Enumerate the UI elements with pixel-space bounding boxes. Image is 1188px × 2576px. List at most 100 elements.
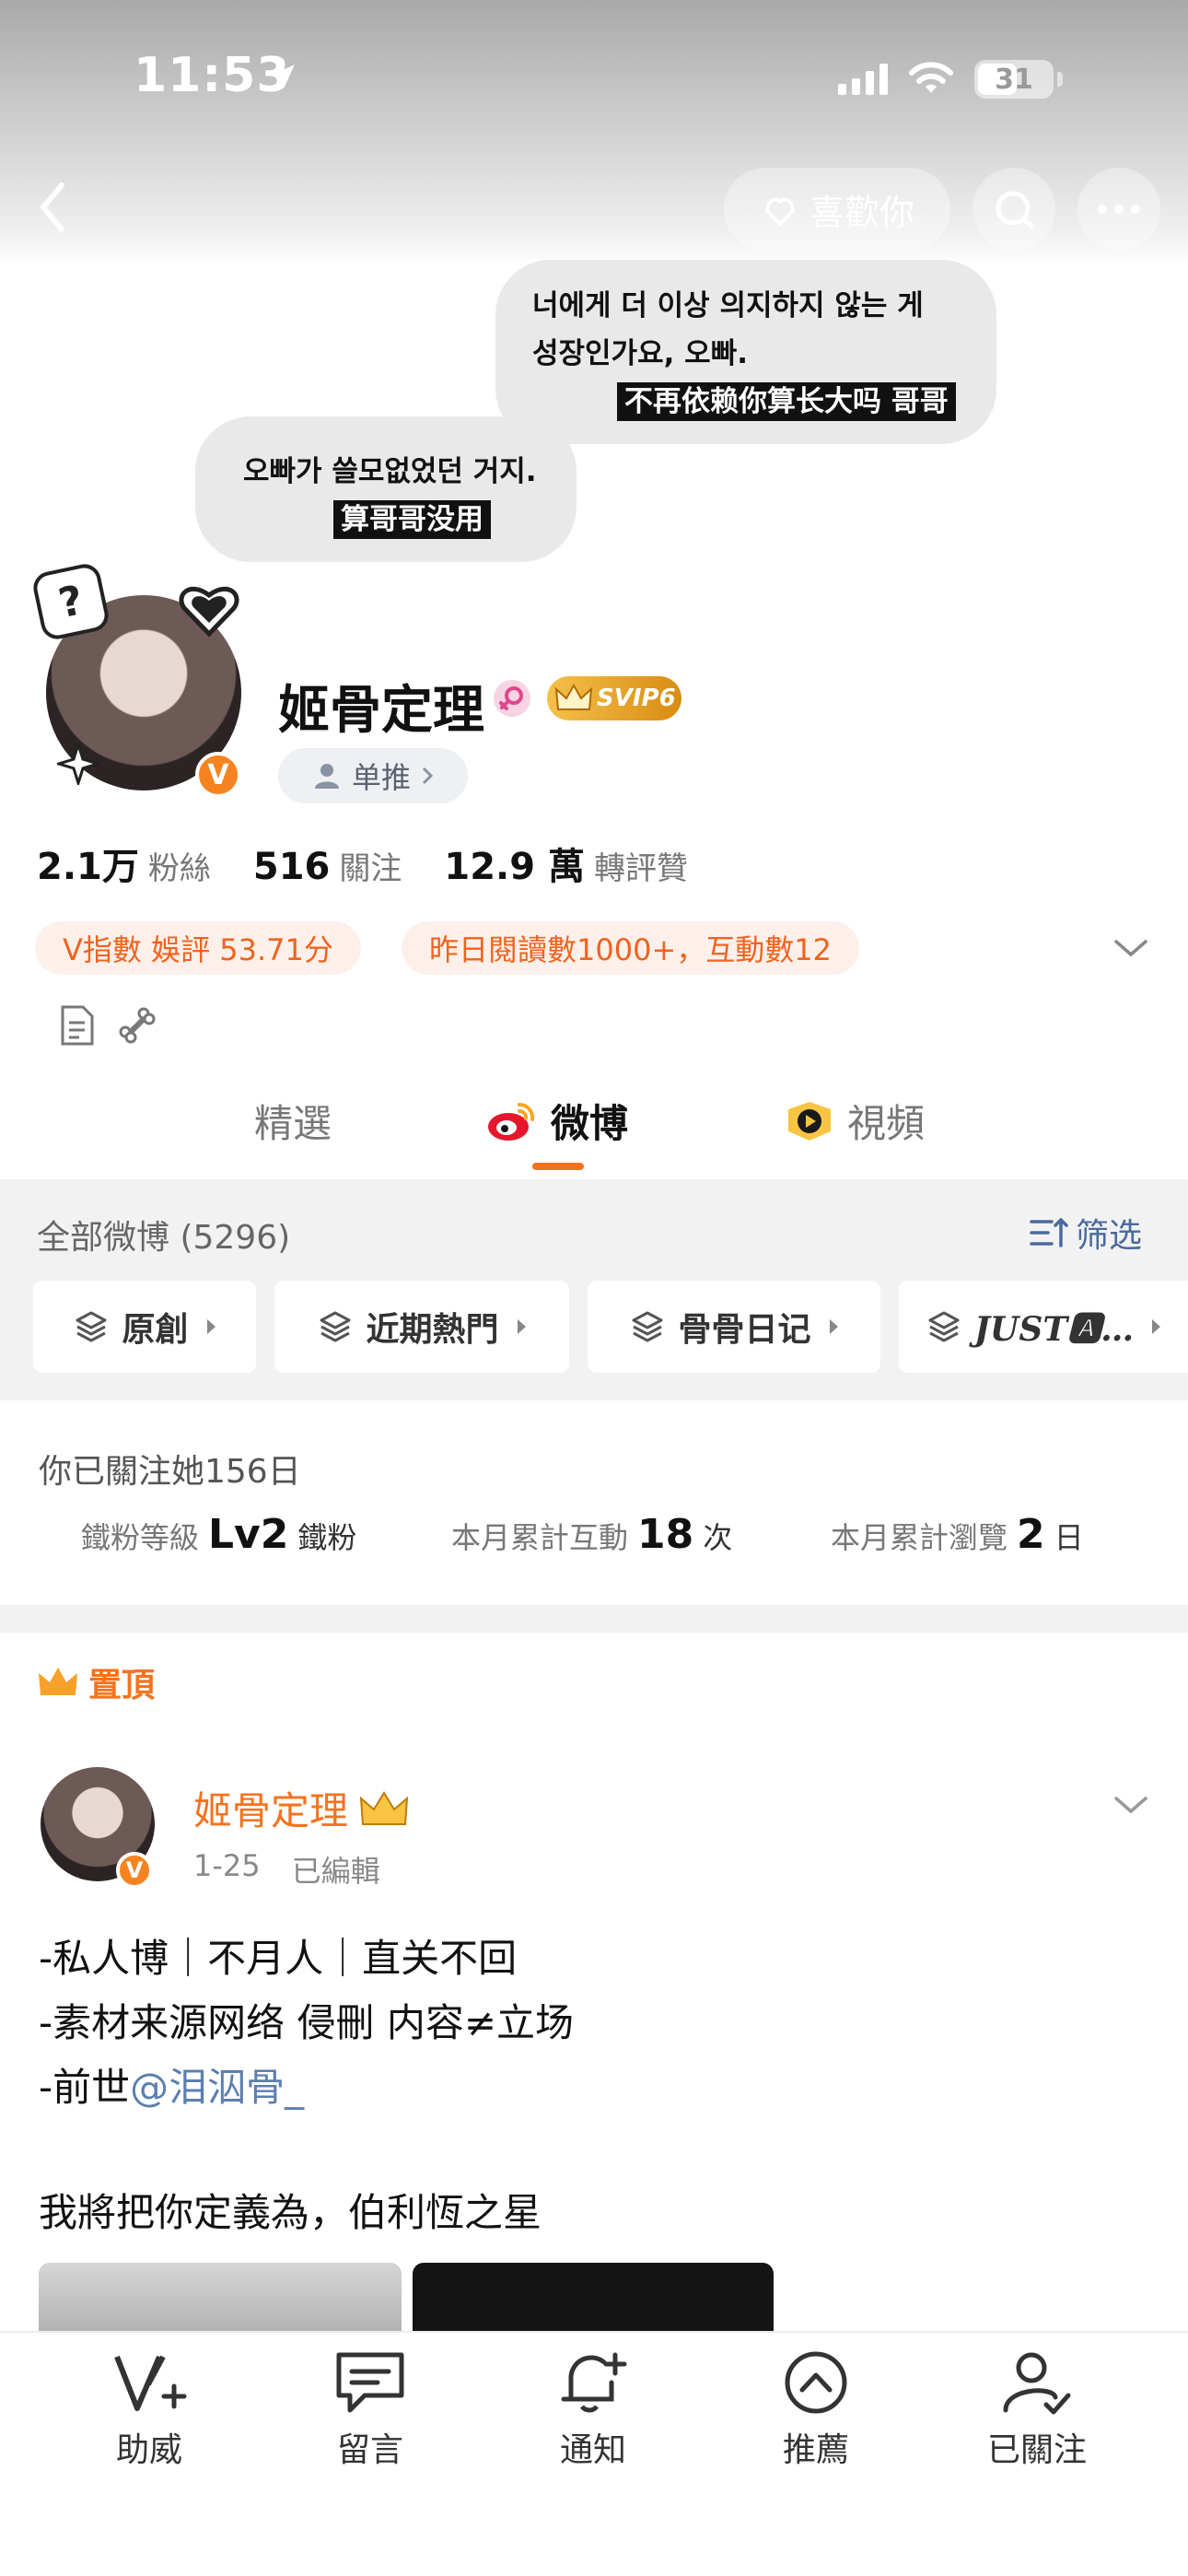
post-author-name[interactable]: 姬骨定理 <box>193 1780 348 1836</box>
bubble-top-line1: 너에게 더 이상 의지하지 않는 게 <box>532 289 924 322</box>
post-line-3-prefix: -前世 <box>39 2065 131 2110</box>
more-dots-icon <box>1098 205 1140 214</box>
vip-crown-icon <box>359 1790 409 1825</box>
cellular-signal-icon <box>838 64 888 95</box>
v-index-badge[interactable]: V指數 娛評 53.71分 <box>35 921 361 975</box>
reposts-stat[interactable]: 12.9 萬轉評贊 <box>444 837 688 890</box>
chip-arrow-icon <box>829 1319 838 1334</box>
follow-days: 你已關注她156日 <box>39 1453 301 1491</box>
post-date: 1-25 <box>193 1848 261 1883</box>
nav-recommend-label: 推薦 <box>782 2431 849 2469</box>
interactions-label: 本月累計互動 <box>451 1520 629 1555</box>
nav-following[interactable]: 已關注 <box>945 2349 1129 2478</box>
bell-plus-icon <box>561 2352 627 2413</box>
reposts-label: 轉評贊 <box>593 850 688 887</box>
tab-featured[interactable]: 精選 <box>254 1093 332 1149</box>
post-author-row: 姬骨定理 <box>193 1780 411 1836</box>
bubble-top-subtitle: 不再依赖你算长大吗 哥哥 <box>617 382 956 421</box>
pinned-crown-icon <box>39 1668 77 1695</box>
nav-recommend[interactable]: 推薦 <box>724 2349 908 2478</box>
crown-icon <box>554 683 593 710</box>
bubble-bottom-subtitle: 算哥哥没用 <box>333 500 491 539</box>
nav-cheer[interactable]: 助威 <box>57 2349 241 2478</box>
chip-just-label: JUST🅰… <box>973 1310 1135 1349</box>
nav-notify-label: 通知 <box>559 2431 626 2469</box>
reads-badge[interactable]: 昨日閱讀數1000+，互動數12 <box>402 921 859 975</box>
monthly-views: 本月累計瀏覽 2 日 <box>831 1511 1084 1558</box>
user-icon <box>314 764 339 789</box>
gender-female-icon <box>494 680 530 717</box>
following-label: 關注 <box>339 850 402 887</box>
filter-label: 筛选 <box>1076 1217 1143 1255</box>
search-button[interactable] <box>973 168 1055 251</box>
question-sticker-icon: ? <box>30 561 111 642</box>
search-icon <box>996 191 1034 229</box>
svip-badge[interactable]: SVIP6 <box>547 676 681 720</box>
tab-weibo-label: 微博 <box>551 1101 629 1146</box>
back-button[interactable] <box>20 175 85 240</box>
post-line-3: -前世@泪泅骨_ <box>39 2056 304 2113</box>
chip-just[interactable]: JUST🅰… <box>899 1281 1188 1373</box>
fan-level-suffix: 鐵粉 <box>297 1520 357 1555</box>
chip-diary[interactable]: 骨骨日记 <box>588 1281 880 1373</box>
battery-icon: 31 <box>974 60 1054 99</box>
tab-video-label: 視頻 <box>847 1101 926 1146</box>
nav-notify[interactable]: 通知 <box>501 2349 685 2478</box>
like-button[interactable]: 喜歡你 <box>724 168 950 251</box>
battery-level: 31 <box>995 63 1033 96</box>
weibo-logo-icon <box>488 1102 535 1141</box>
nav-cheer-label: 助威 <box>115 2431 182 2469</box>
chip-arrow-icon <box>517 1319 526 1334</box>
layers-icon <box>632 1311 663 1342</box>
views-value: 2 <box>1017 1511 1045 1558</box>
bone-icon[interactable] <box>114 1002 160 1048</box>
following-count: 516 <box>252 846 331 888</box>
filter-sort-icon <box>1030 1217 1068 1247</box>
all-weibo-count: 全部微博 (5296) <box>37 1219 291 1257</box>
section-divider <box>0 1605 1188 1633</box>
chip-recent-hot-label: 近期熱門 <box>366 1311 499 1349</box>
profile-stats: 2.1万 粉絲 516 關注 12.9 萬轉評贊 <box>37 837 688 890</box>
expand-chevron-icon[interactable] <box>1112 934 1149 962</box>
post-meta: 1-25 已編輯 <box>193 1848 380 1891</box>
document-icon[interactable] <box>57 1004 96 1047</box>
filter-button[interactable]: 筛选 <box>1028 1209 1142 1257</box>
tag-button[interactable]: 单推 <box>278 748 468 803</box>
chip-diary-label: 骨骨日记 <box>678 1311 811 1349</box>
video-play-icon <box>788 1101 831 1141</box>
tab-featured-label: 精選 <box>254 1101 332 1146</box>
arrow-up-circle-icon <box>785 2351 847 2414</box>
monthly-interactions: 本月累計互動 18 次 <box>451 1511 732 1558</box>
post-mention-link[interactable]: @泪泅骨_ <box>130 2065 304 2110</box>
nav-message[interactable]: 留言 <box>278 2349 462 2478</box>
reposts-count: 12.9 萬 <box>444 846 585 888</box>
views-suffix: 日 <box>1054 1520 1084 1555</box>
nav-message-label: 留言 <box>336 2431 403 2469</box>
layers-icon <box>928 1311 960 1342</box>
like-label: 喜歡你 <box>809 192 914 233</box>
following-stat[interactable]: 516 關注 <box>253 843 402 888</box>
post-menu-chevron-icon[interactable] <box>1112 1791 1149 1819</box>
pinned-label: 置頂 <box>88 1667 156 1704</box>
profile-name: 姬骨定理 <box>278 681 484 741</box>
layers-icon <box>320 1311 351 1342</box>
chip-original[interactable]: 原創 <box>33 1281 256 1373</box>
bubble-top-line2: 성장인가요, 오빠. <box>532 337 748 370</box>
tab-video[interactable]: 視頻 <box>785 1093 925 1149</box>
chip-recent-hot[interactable]: 近期熱門 <box>274 1281 569 1373</box>
post-line-4: 我將把你定義為，伯利恆之星 <box>39 2190 542 2235</box>
wifi-icon <box>909 62 953 93</box>
chevron-left-icon <box>41 182 64 232</box>
followers-count: 2.1万 <box>37 846 139 888</box>
heart-sticker-icon <box>179 586 239 638</box>
pinned-label-row: 置頂 <box>37 1658 155 1706</box>
fan-level[interactable]: 鐵粉等級 Lv2 鐵粉 <box>81 1511 356 1558</box>
tab-weibo[interactable]: 微博 <box>484 1093 628 1149</box>
verified-badge: V <box>195 752 241 798</box>
interactions-value: 18 <box>637 1511 694 1558</box>
followers-stat[interactable]: 2.1万 粉絲 <box>37 837 211 890</box>
svip-label: SVIP6 <box>597 685 676 712</box>
speech-bubble-bottom: 오빠가 쓸모없었던 거지. 算哥哥没用 <box>195 416 577 562</box>
views-label: 本月累計瀏覽 <box>831 1520 1008 1555</box>
more-button[interactable] <box>1077 168 1160 251</box>
